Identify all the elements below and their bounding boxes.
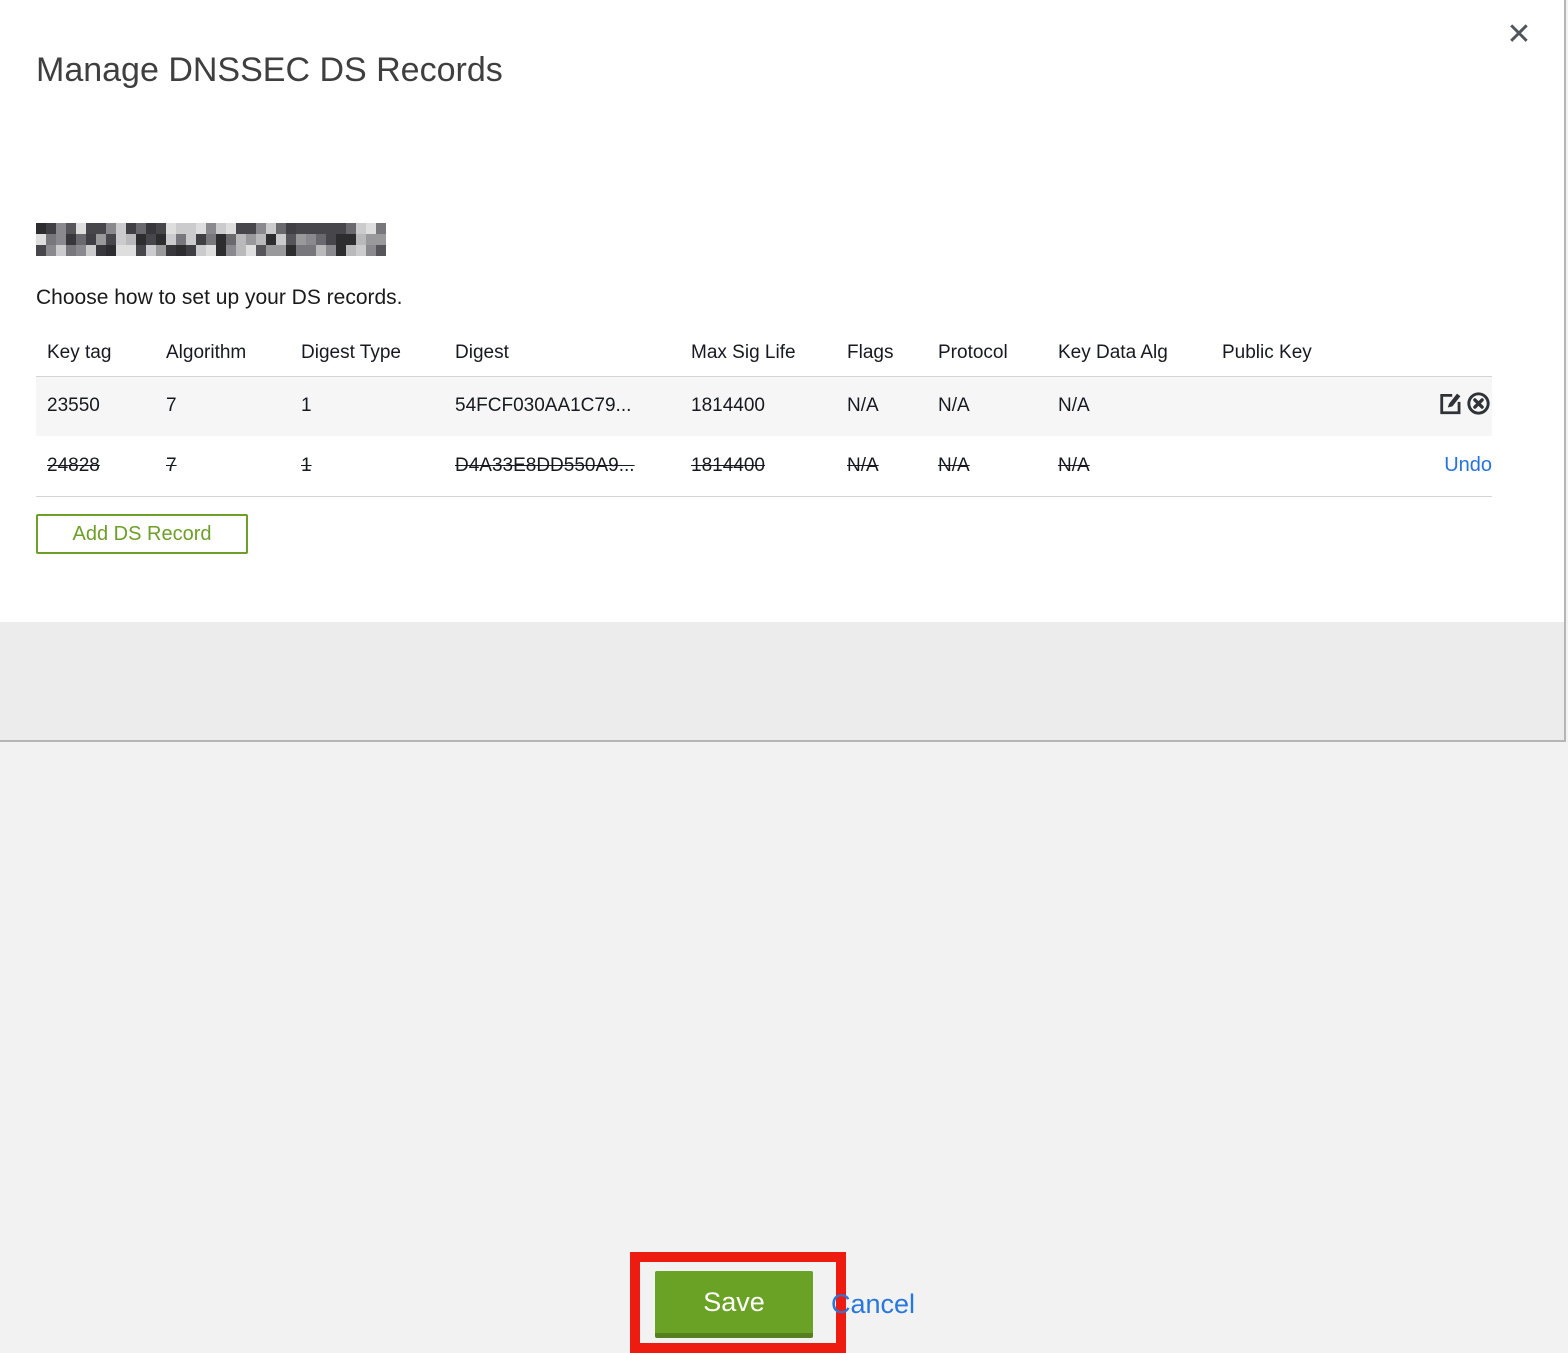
cell-public-key bbox=[1222, 377, 1372, 436]
page-title: Manage DNSSEC DS Records bbox=[36, 50, 503, 89]
cell-max-sig-life: 1814400 bbox=[691, 395, 765, 417]
col-flags: Flags bbox=[847, 341, 894, 363]
row-actions: Undo bbox=[1372, 436, 1492, 497]
cell-key-tag: 24828 bbox=[47, 454, 100, 476]
col-digest-type: Digest Type bbox=[301, 341, 401, 363]
redacted-domain-name bbox=[36, 223, 386, 256]
cell-digest: D4A33E8DD550A9... bbox=[455, 454, 635, 476]
col-max-sig-life: Max Sig Life bbox=[691, 341, 796, 363]
cell-key-data-alg: N/A bbox=[1058, 395, 1090, 417]
cell-public-key bbox=[1222, 436, 1372, 497]
close-icon[interactable]: ✕ bbox=[1502, 18, 1536, 52]
dialog-footer: Save Cancel bbox=[0, 622, 1564, 1353]
cancel-link[interactable]: Cancel bbox=[831, 1289, 915, 1320]
cell-key-data-alg: N/A bbox=[1058, 454, 1090, 476]
add-ds-record-button[interactable]: Add DS Record bbox=[36, 514, 248, 554]
table-header-row: Key tag Algorithm Digest Type Digest Max… bbox=[36, 329, 1492, 377]
row-actions bbox=[1372, 377, 1492, 436]
cell-flags: N/A bbox=[847, 395, 879, 417]
table-row-deleted: 24828 7 1 D4A33E8DD550A9... 1814400 N/A … bbox=[36, 435, 1492, 497]
col-public-key: Public Key bbox=[1222, 341, 1312, 363]
undo-link[interactable]: Undo bbox=[1444, 454, 1492, 476]
cell-protocol: N/A bbox=[938, 454, 970, 476]
cell-key-tag: 23550 bbox=[47, 395, 100, 417]
col-key-data-alg: Key Data Alg bbox=[1058, 341, 1168, 363]
cell-algorithm: 7 bbox=[166, 395, 177, 417]
col-protocol: Protocol bbox=[938, 341, 1008, 363]
cell-digest-type: 1 bbox=[301, 454, 312, 476]
cell-flags: N/A bbox=[847, 454, 879, 476]
cell-digest-type: 1 bbox=[301, 395, 312, 417]
cell-digest: 54FCF030AA1C79... bbox=[455, 395, 632, 417]
table-row: 23550 7 1 54FCF030AA1C79... 1814400 N/A … bbox=[36, 376, 1492, 436]
cell-protocol: N/A bbox=[938, 395, 970, 417]
delete-icon[interactable] bbox=[1465, 390, 1492, 417]
manage-dnssec-dialog: Manage DNSSEC DS Records ✕ Choose how to… bbox=[0, 0, 1566, 1353]
save-button[interactable]: Save bbox=[655, 1271, 813, 1338]
col-algorithm: Algorithm bbox=[166, 341, 247, 363]
ds-records-table: Key tag Algorithm Digest Type Digest Max… bbox=[36, 329, 1492, 497]
subtitle-text: Choose how to set up your DS records. bbox=[36, 286, 403, 309]
col-digest: Digest bbox=[455, 341, 509, 363]
cell-algorithm: 7 bbox=[166, 454, 177, 476]
col-actions bbox=[1372, 329, 1492, 377]
edit-icon[interactable] bbox=[1437, 390, 1464, 417]
cell-max-sig-life: 1814400 bbox=[691, 454, 765, 476]
col-key-tag: Key tag bbox=[47, 341, 112, 363]
